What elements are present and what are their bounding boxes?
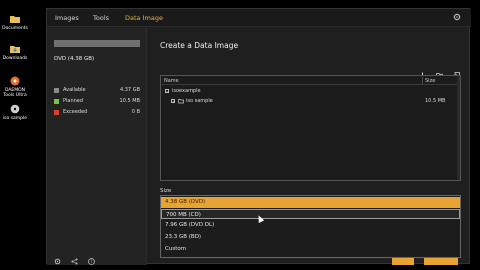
legend-value: 4.37 GB	[119, 87, 140, 93]
desktop-icon-documents[interactable]: Documents	[2, 14, 28, 31]
desktop: Documents Downloads DAEMON Tools Ultra i…	[0, 0, 480, 270]
desktop-icon-label: iso sample	[2, 116, 28, 121]
option-label: 23.3 GB (BD)	[165, 234, 202, 240]
desktop-icon-downloads[interactable]: Downloads	[2, 44, 28, 61]
sidebar-bottom-icons: ?	[54, 250, 100, 265]
disc-usage-panel: DVD (4.38 GB) Available 4.37 GB Planned …	[47, 28, 147, 265]
expand-toggle[interactable]: +	[171, 99, 175, 103]
legend-planned: Planned 10.5 MB	[54, 98, 140, 106]
collapse-toggle[interactable]: −	[165, 89, 169, 93]
gear-icon[interactable]	[453, 13, 461, 21]
settings-icon[interactable]	[54, 258, 61, 265]
tree-row[interactable]: + iso sample 10.5 MB	[161, 97, 457, 105]
column-divider[interactable]	[422, 76, 423, 85]
exceeded-swatch	[54, 110, 59, 115]
page-title: Create a Data Image	[160, 41, 239, 50]
size-option-dvd[interactable]: 4.38 GB (DVD)	[161, 197, 460, 208]
legend-exceeded: Exceeded 0 B	[54, 109, 140, 117]
tree-row-name: iso sample	[186, 98, 213, 104]
legend-label: Available	[63, 87, 86, 93]
tree-row-name: isoexample	[172, 88, 201, 94]
option-label: Custom	[165, 246, 187, 252]
planned-swatch	[54, 99, 59, 104]
download-folder-icon	[10, 44, 20, 54]
desktop-icon-daemon-tools[interactable]: DAEMON Tools Ultra	[2, 76, 28, 98]
folder-icon	[10, 14, 20, 24]
primary-button[interactable]	[392, 258, 414, 265]
size-dropdown-list[interactable]: 4.38 GB (DVD) 700 MB (CD) 7.96 GB (DVD D…	[160, 195, 461, 258]
option-label: 4.38 GB (DVD)	[165, 199, 206, 205]
desktop-icon-label: DAEMON Tools Ultra	[3, 88, 27, 98]
disc-capacity-bar	[54, 40, 140, 47]
tab-images[interactable]: Images	[55, 14, 79, 22]
size-field-label: Size	[160, 188, 172, 194]
secondary-button[interactable]	[424, 258, 458, 265]
share-icon[interactable]	[71, 258, 78, 265]
legend-value: 0 B	[131, 109, 140, 115]
legend-available: Available 4.37 GB	[54, 87, 140, 95]
tree-scrollbar[interactable]	[457, 76, 460, 180]
tree-row[interactable]: − isoexample	[161, 87, 457, 95]
tab-tools[interactable]: Tools	[93, 14, 109, 22]
tree-header: Name Size	[161, 76, 460, 85]
top-navigation-bar: Images Tools Data Image	[47, 9, 471, 27]
column-name-header[interactable]: Name	[164, 78, 179, 84]
legend-label: Exceeded	[63, 109, 88, 115]
create-data-image-panel: Create a Data Image Name Size − isoexamp…	[148, 28, 470, 265]
size-option-bd[interactable]: 23.3 GB (BD)	[161, 232, 460, 243]
help-icon[interactable]: ?	[88, 258, 96, 265]
folder-icon	[178, 98, 184, 106]
legend-label: Planned	[63, 98, 84, 104]
disc-image-icon	[10, 104, 20, 114]
legend-value: 10.5 MB	[119, 98, 140, 104]
size-option-cd[interactable]: 700 MB (CD)	[161, 208, 460, 219]
desktop-icon-label: Documents	[2, 26, 28, 31]
available-swatch	[54, 88, 59, 93]
option-label: 7.96 GB (DVD DL)	[165, 222, 215, 228]
tree-toolbar	[414, 64, 460, 79]
option-label: 700 MB (CD)	[166, 211, 201, 218]
size-option-custom[interactable]: Custom	[161, 244, 460, 255]
desktop-icon-label: Downloads	[2, 56, 28, 61]
tree-row-size: 10.5 MB	[425, 98, 446, 104]
file-tree[interactable]: Name Size − isoexample + iso sample 10.5…	[160, 75, 461, 181]
desktop-icon-iso-sample[interactable]: iso sample	[2, 104, 28, 121]
tab-data-image[interactable]: Data Image	[125, 14, 163, 22]
column-size-header[interactable]: Size	[425, 78, 435, 84]
daemon-tools-icon	[10, 76, 20, 86]
size-option-dvd-dl[interactable]: 7.96 GB (DVD DL)	[161, 220, 460, 231]
daemon-tools-window: Images Tools Data Image DVD (4.38 GB) Av…	[46, 8, 471, 265]
disc-type-label: DVD (4.38 GB)	[54, 56, 95, 62]
